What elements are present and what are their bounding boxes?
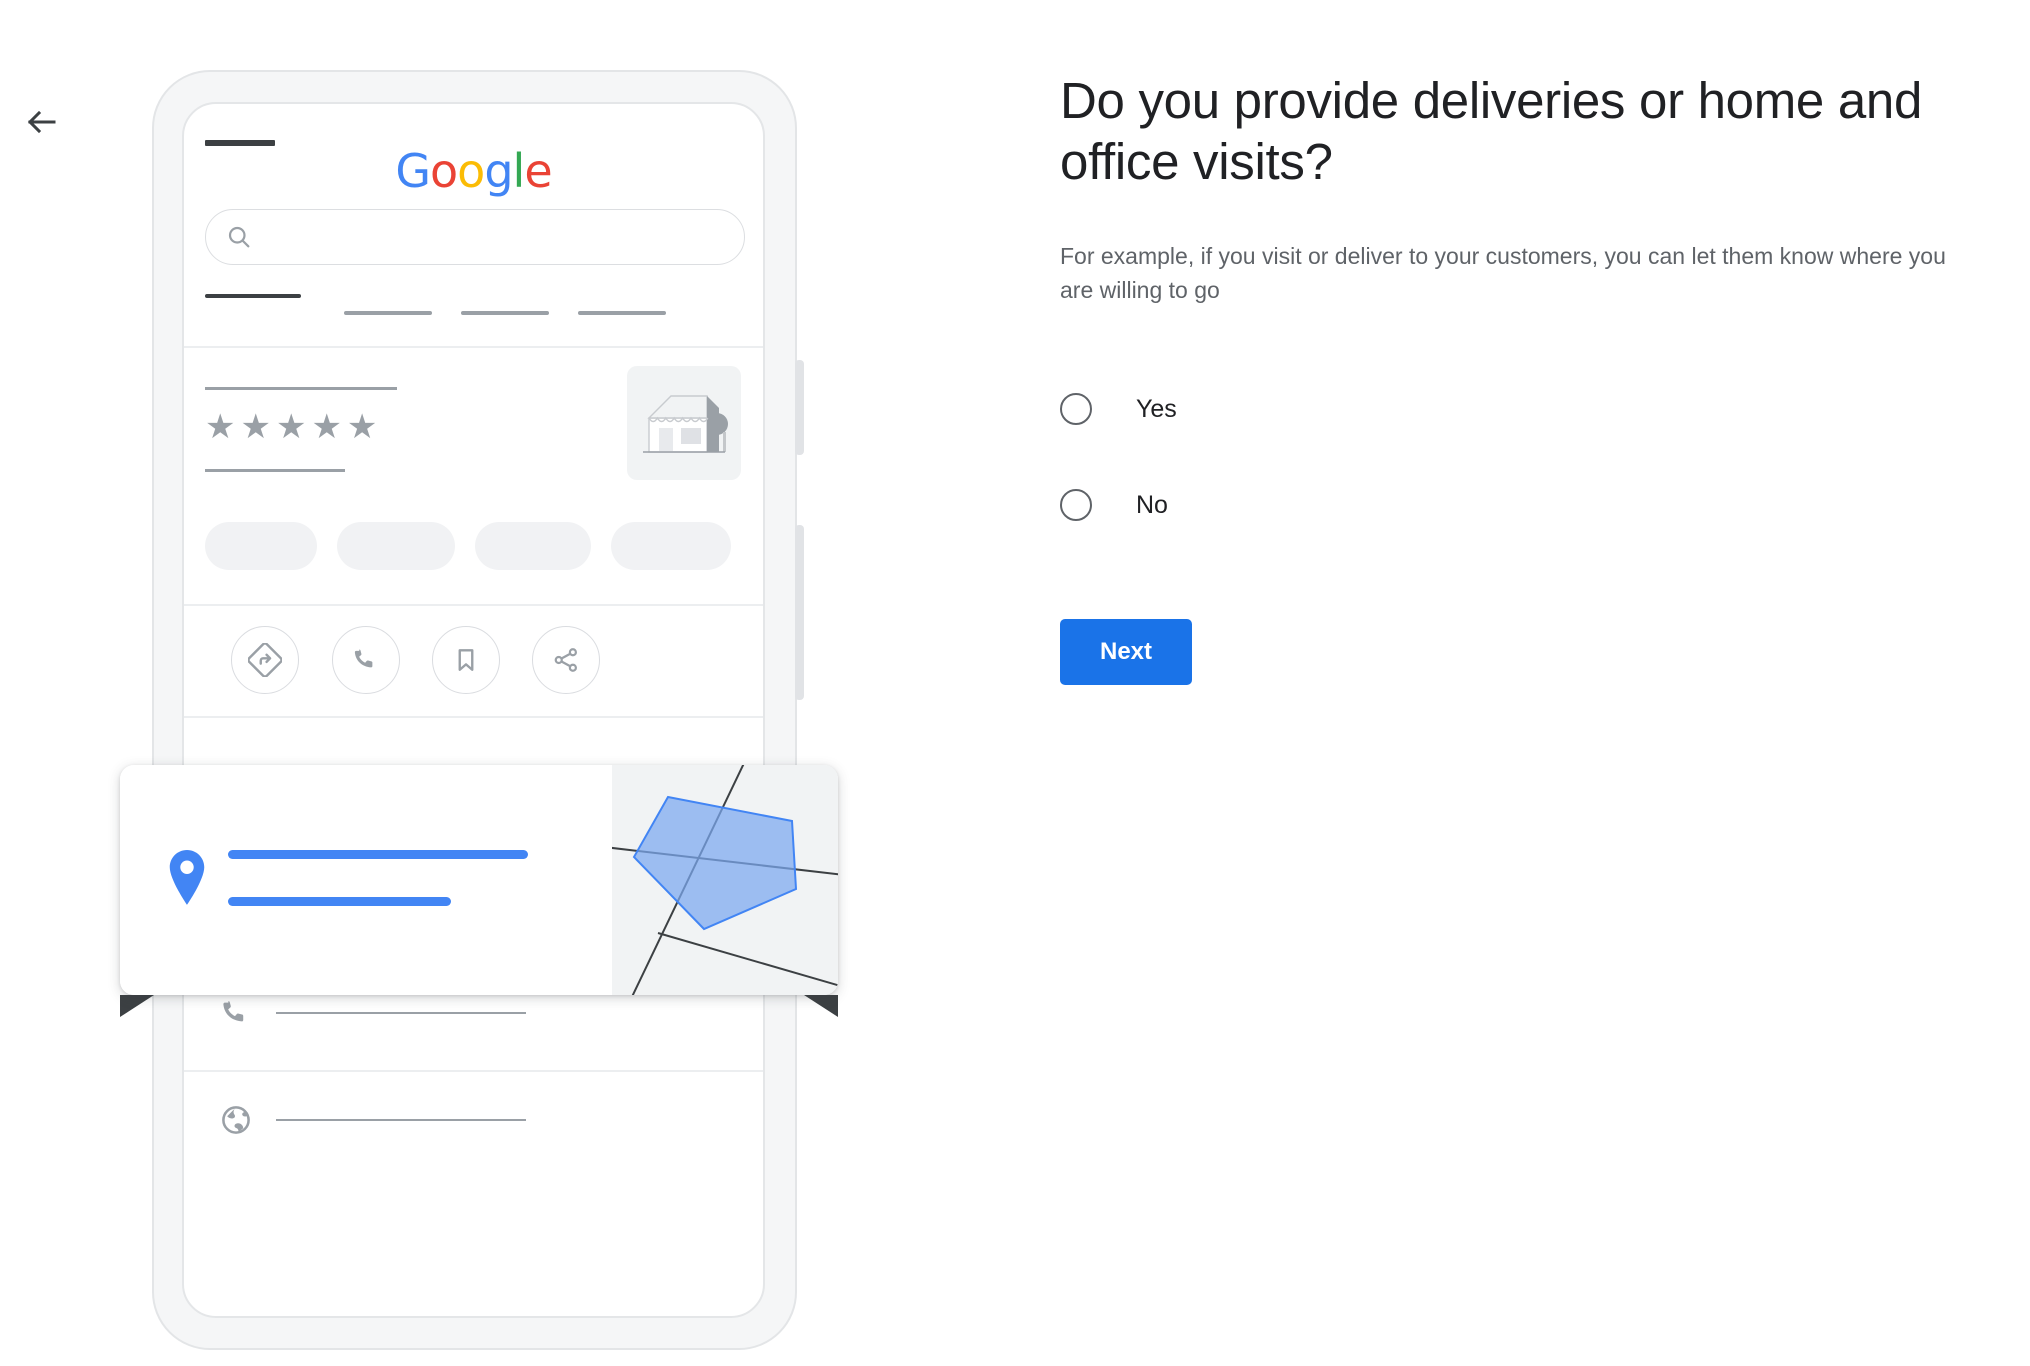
service-area-line-1 (228, 850, 528, 859)
radio-label-yes: Yes (1136, 394, 1177, 423)
question-panel: Do you provide deliveries or home and of… (1060, 70, 1960, 686)
radio-circle-icon[interactable] (1060, 393, 1092, 426)
radio-option-no[interactable]: No (1060, 481, 1380, 529)
divider (184, 346, 763, 348)
share-icon[interactable] (532, 626, 600, 694)
google-logo-letter: g (484, 144, 513, 198)
search-input[interactable] (205, 209, 745, 265)
google-logo-letter: o (457, 144, 485, 198)
next-button[interactable]: Next (1060, 619, 1193, 686)
tab-4[interactable] (578, 311, 666, 315)
action-button-row (184, 604, 763, 716)
tab-3[interactable] (461, 311, 549, 315)
google-logo: Google (184, 144, 763, 198)
call-icon[interactable] (332, 626, 400, 694)
phone-side-button-power (795, 525, 804, 700)
arrow-left-icon (24, 104, 60, 140)
radio-group: Yes No (1060, 385, 1960, 529)
tab-active[interactable] (205, 294, 301, 298)
google-logo-letter: o (430, 144, 458, 198)
save-bookmark-icon[interactable] (432, 626, 500, 694)
tab-bar[interactable] (205, 294, 763, 338)
page-title: Do you provide deliveries or home and of… (1060, 72, 1923, 191)
page-subtitle: For example, if you visit or deliver to … (1060, 243, 1946, 303)
chip-1[interactable] (205, 522, 317, 570)
tab-active-underline (205, 140, 275, 146)
phone-side-button-volume (795, 360, 804, 455)
google-logo-letter: e (524, 144, 552, 198)
business-title-placeholder (205, 387, 397, 390)
website-placeholder (276, 1119, 526, 1121)
directions-icon[interactable] (231, 626, 299, 694)
globe-icon (214, 1098, 258, 1142)
back-button[interactable] (14, 94, 70, 150)
divider (184, 716, 763, 718)
website-row[interactable] (184, 1070, 763, 1177)
chip-3[interactable] (475, 522, 591, 570)
storefront-icon (627, 366, 741, 480)
location-pin-icon (164, 847, 210, 914)
rating-stars: ★★★★★ (205, 408, 383, 446)
service-area-map (612, 765, 838, 995)
tab-2[interactable] (344, 311, 432, 315)
card-fold-left (120, 995, 154, 1017)
chip-2[interactable] (337, 522, 455, 570)
business-subtitle-placeholder (205, 469, 345, 472)
phone-icon (214, 991, 258, 1035)
google-logo-letter: l (512, 144, 526, 198)
service-area-line-2 (228, 897, 451, 906)
card-fold-right (804, 995, 838, 1017)
divider (184, 1070, 763, 1072)
service-area-card-text (120, 765, 612, 995)
phone-screen: Google ★★★★★ (182, 102, 765, 1318)
google-logo-letter: G (395, 144, 431, 198)
search-icon (225, 223, 253, 256)
radio-label-no: No (1136, 490, 1168, 519)
phone-mockup: Google ★★★★★ (152, 70, 804, 1350)
radio-option-yes[interactable]: Yes (1060, 385, 1380, 433)
phone-placeholder (276, 1012, 526, 1014)
chip-4[interactable] (611, 522, 731, 570)
radio-circle-icon[interactable] (1060, 489, 1092, 522)
chip-row (205, 522, 763, 570)
service-area-card (120, 765, 838, 995)
